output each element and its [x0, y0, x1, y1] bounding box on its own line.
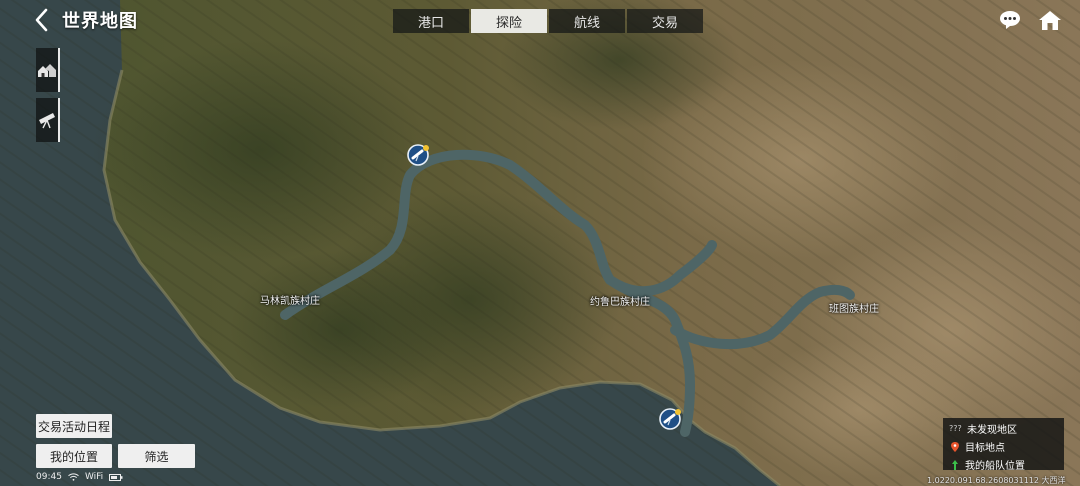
telescope-marker-icon[interactable] [407, 144, 429, 166]
wifi-icon [68, 473, 79, 481]
legend-fleet: 我的船队位置 [949, 457, 1058, 472]
tab-port[interactable]: 港口 [393, 9, 469, 33]
tab-routes[interactable]: 航线 [549, 9, 625, 33]
village-label-malinke[interactable]: 马林凯族村庄 [260, 292, 320, 307]
my-position-button[interactable]: 我的位置 [36, 444, 112, 468]
back-button[interactable] [30, 6, 52, 34]
legend-undiscovered-label: 未发现地区 [967, 425, 1017, 436]
coordinates-readout: 1.0220.091.68.2608031112 大西洋 [927, 476, 1066, 485]
device-status-bar: 09:45 WiFi [36, 472, 123, 482]
world-map[interactable] [0, 0, 1080, 486]
tab-bar: 港口 探险 航线 交易 [393, 9, 703, 33]
village-filter-button[interactable] [36, 48, 60, 92]
legend-target-label: 目标地点 [965, 443, 1005, 454]
tab-trade[interactable]: 交易 [627, 9, 703, 33]
top-right-actions [998, 8, 1062, 32]
home-icon [1039, 11, 1061, 30]
telescope-icon [39, 113, 55, 129]
map-legend: ??? 未发现地区 目标地点 我的船队位置 [943, 418, 1064, 472]
telescope-marker-icon[interactable] [659, 408, 681, 430]
page-title: 世界地图 [62, 11, 138, 32]
wifi-text: WiFi [84, 472, 104, 482]
legend-target: 目标地点 [949, 439, 1058, 454]
legend-undiscovered: ??? 未发现地区 [949, 421, 1058, 436]
explore-tool-button[interactable] [36, 98, 60, 142]
chat-button[interactable] [998, 8, 1022, 32]
home-button[interactable] [1038, 8, 1062, 32]
village-label-yoruba[interactable]: 约鲁巴族村庄 [590, 293, 650, 308]
battery-icon [109, 473, 123, 481]
filter-button[interactable]: 筛选 [118, 444, 195, 468]
side-toolbar [36, 48, 60, 142]
header: 世界地图 [30, 6, 138, 34]
trade-schedule-button[interactable]: 交易活动日程 [36, 414, 112, 438]
legend-fleet-label: 我的船队位置 [965, 461, 1025, 472]
clock-text: 09:45 [36, 472, 62, 482]
undiscovered-mark: ??? [949, 424, 962, 433]
tab-explore[interactable]: 探险 [471, 9, 547, 33]
village-icon [38, 64, 56, 77]
chevron-left-icon [35, 8, 48, 32]
target-pin-icon [951, 441, 959, 452]
village-label-bantu[interactable]: 班图族村庄 [829, 300, 879, 315]
chat-bubble-icon [1000, 11, 1020, 29]
fleet-pin-icon [952, 459, 958, 470]
